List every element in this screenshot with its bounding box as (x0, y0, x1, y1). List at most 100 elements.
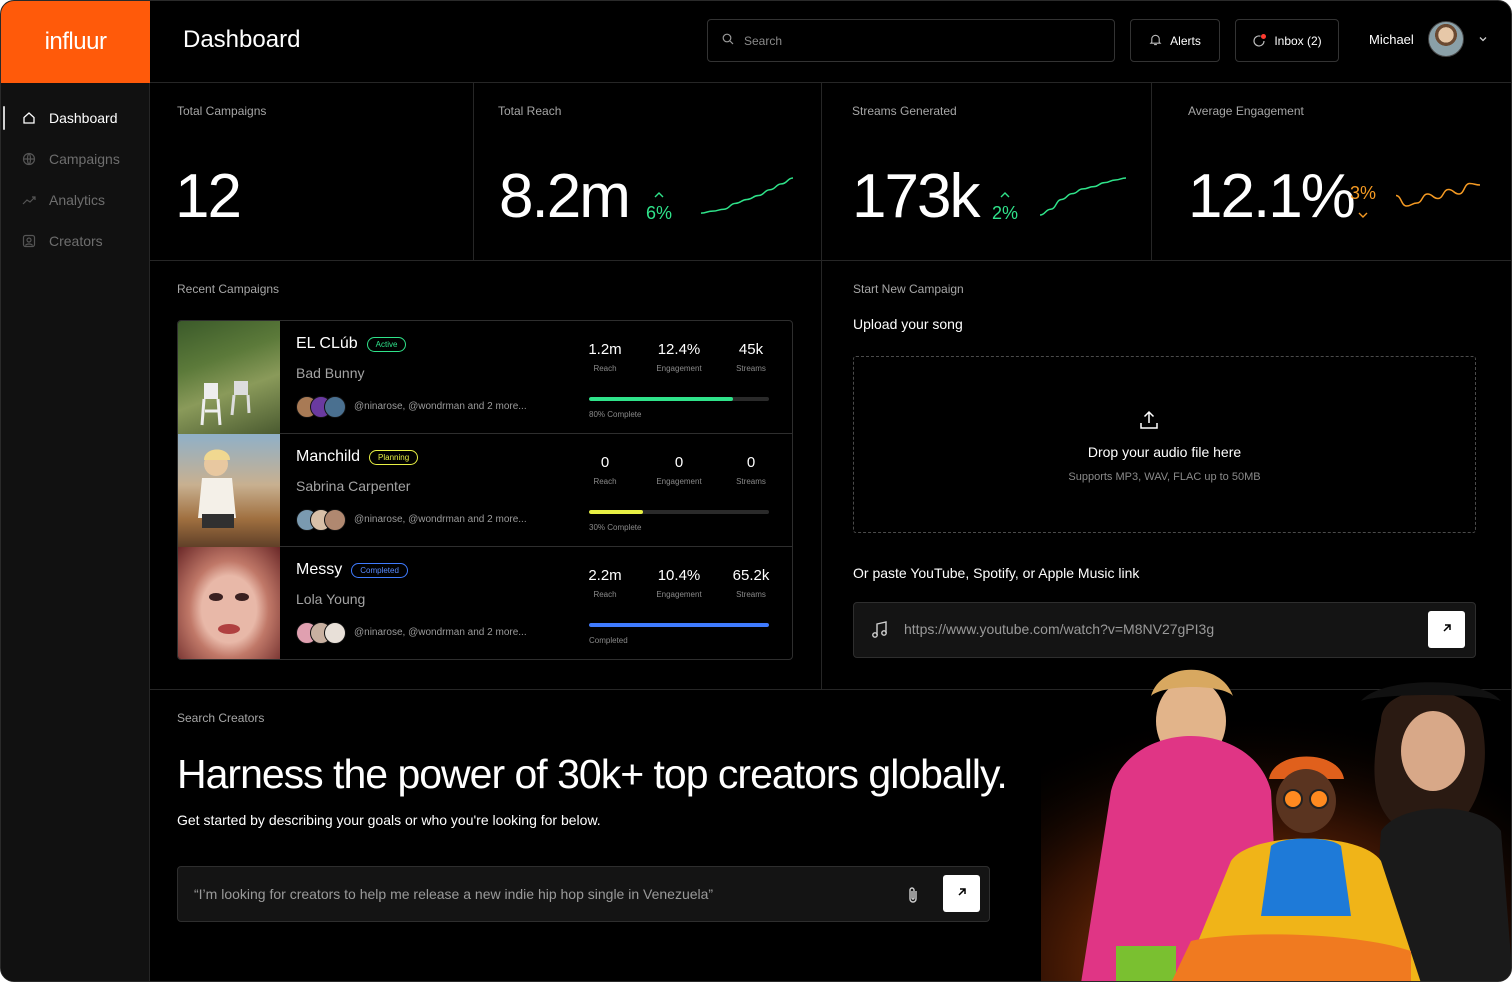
campaign-name: Manchild (296, 448, 361, 465)
inbox-button[interactable]: Inbox (2) (1235, 19, 1339, 62)
creator-avatars (296, 622, 346, 644)
stat-card-total-campaigns: Total Campaigns 12 (150, 83, 474, 261)
metric-value: 12.4% (657, 341, 701, 358)
metric-label: Reach (593, 364, 617, 373)
app-window: influur Dashboard Campaigns Analytics Cr… (0, 0, 1512, 982)
creators-photo (1041, 661, 1511, 981)
stat-delta-value: 2% (992, 203, 1019, 223)
home-icon (21, 110, 37, 126)
metric-value: 0 (600, 454, 610, 471)
upload-icon (1138, 409, 1160, 436)
stat-card-total-reach: Total Reach 8.2m 6% (474, 83, 822, 261)
campaign-artist: Lola Young (296, 591, 366, 607)
campaign-cover-image (178, 547, 280, 659)
user-name: Michael (1369, 31, 1414, 47)
sidebar-item-label: Analytics (49, 192, 106, 208)
progress-label: 80% Complete (589, 410, 642, 419)
metric-label: Reach (593, 477, 617, 486)
progress-label: Completed (589, 636, 628, 645)
campaign-row[interactable]: Manchild Planning Sabrina Carpenter @nin… (178, 434, 792, 547)
start-campaign-label: Start New Campaign (853, 282, 964, 296)
dropzone-subtitle: Supports MP3, WAV, FLAC up to 50MB (1068, 471, 1261, 483)
engagement-sparkline (1395, 182, 1481, 207)
stat-label: Streams Generated (852, 104, 957, 118)
sidebar-item-creators[interactable]: Creators (1, 224, 150, 258)
chairs-illustration (200, 381, 251, 426)
progress-label: 30% Complete (589, 523, 642, 532)
stat-label: Total Reach (498, 104, 562, 118)
metric-value: 0 (674, 454, 684, 471)
music-link-input[interactable] (904, 621, 1404, 637)
stat-value: 12.1% (1188, 162, 1356, 231)
search-creators-label: Search Creators (177, 711, 265, 725)
stat-label: Average Engagement (1188, 104, 1304, 118)
progress-fill (589, 623, 769, 627)
campaign-artist: Bad Bunny (296, 365, 365, 381)
metric-label: Engagement (656, 590, 702, 599)
avatar (1427, 21, 1464, 57)
bell-icon (1149, 33, 1162, 49)
progress-bar (589, 397, 769, 401)
metric-value: 10.4% (657, 567, 701, 584)
metric-engagement: 12.4% Engagement (644, 341, 714, 373)
search-box[interactable] (707, 19, 1115, 62)
hero-headline: Harness the power of 30k+ top creators g… (177, 751, 1008, 797)
campaign-title: EL CLúb Active (296, 335, 407, 353)
campaign-cover-image (178, 321, 280, 434)
campaign-title: Manchild Planning (296, 448, 419, 466)
campaign-list: EL CLúb Active Bad Bunny @ninarose, @won… (177, 320, 793, 660)
status-badge: Planning (369, 449, 419, 465)
alerts-button[interactable]: Alerts (1130, 19, 1220, 62)
progress-bar (589, 623, 769, 627)
stat-delta: 3% (1350, 183, 1376, 223)
brand-logo[interactable]: influur (1, 1, 150, 83)
metric-label: Streams (736, 477, 766, 486)
metric-value: 45k (738, 341, 764, 358)
arrow-up-right-icon (1441, 621, 1453, 639)
user-card-icon (21, 233, 37, 249)
creator-handles: @ninarose, @wondrman and 2 more... (354, 401, 527, 412)
music-note-icon (870, 620, 890, 645)
creator-avatars (296, 396, 346, 418)
submit-prompt-button[interactable] (943, 875, 980, 912)
sidebar-item-dashboard[interactable]: Dashboard (1, 101, 150, 135)
stat-value: 173k (852, 162, 980, 231)
metric-value: 2.2m (588, 567, 622, 584)
paperclip-icon[interactable] (905, 885, 921, 910)
creator-avatars (296, 509, 346, 531)
trend-icon (21, 192, 37, 208)
progress-fill (589, 510, 643, 514)
sidebar: influur Dashboard Campaigns Analytics Cr… (1, 1, 150, 981)
campaign-row[interactable]: EL CLúb Active Bad Bunny @ninarose, @won… (178, 321, 792, 434)
audio-dropzone[interactable]: Drop your audio file here Supports MP3, … (853, 356, 1476, 533)
notification-dot (1261, 33, 1267, 39)
stat-label: Total Campaigns (177, 104, 267, 118)
user-menu[interactable]: Michael (1369, 21, 1488, 57)
search-icon (722, 32, 734, 50)
sidebar-item-label: Creators (49, 233, 103, 249)
metric-label: Engagement (656, 477, 702, 486)
submit-link-button[interactable] (1428, 611, 1465, 648)
stat-delta: 2% (992, 183, 1018, 223)
music-link-field[interactable] (853, 602, 1476, 658)
campaign-row[interactable]: Messy Completed Lola Young @ninarose, @w… (178, 547, 792, 659)
artist-photo-illustration (198, 449, 236, 528)
album-cover-illustration (209, 593, 249, 634)
alerts-label: Alerts (1170, 33, 1201, 48)
metric-label: Streams (736, 590, 766, 599)
sidebar-item-analytics[interactable]: Analytics (1, 183, 150, 217)
inbox-icon (1252, 33, 1267, 48)
creator-prompt-input[interactable] (194, 886, 894, 902)
metric-value: 65.2k (732, 567, 770, 584)
reach-sparkline (700, 177, 794, 214)
metric-label: Streams (736, 364, 766, 373)
sidebar-item-campaigns[interactable]: Campaigns (1, 142, 150, 176)
creator-handles: @ninarose, @wondrman and 2 more... (354, 627, 527, 638)
status-badge: Active (366, 336, 407, 352)
metric-engagement: 10.4% Engagement (644, 567, 714, 599)
search-input[interactable] (744, 33, 1084, 48)
stat-card-average-engagement: Average Engagement 12.1% 3% (1152, 83, 1511, 261)
sparkline-path (700, 177, 794, 214)
campaign-name: Messy (296, 561, 343, 578)
creator-prompt-field[interactable] (177, 866, 990, 922)
